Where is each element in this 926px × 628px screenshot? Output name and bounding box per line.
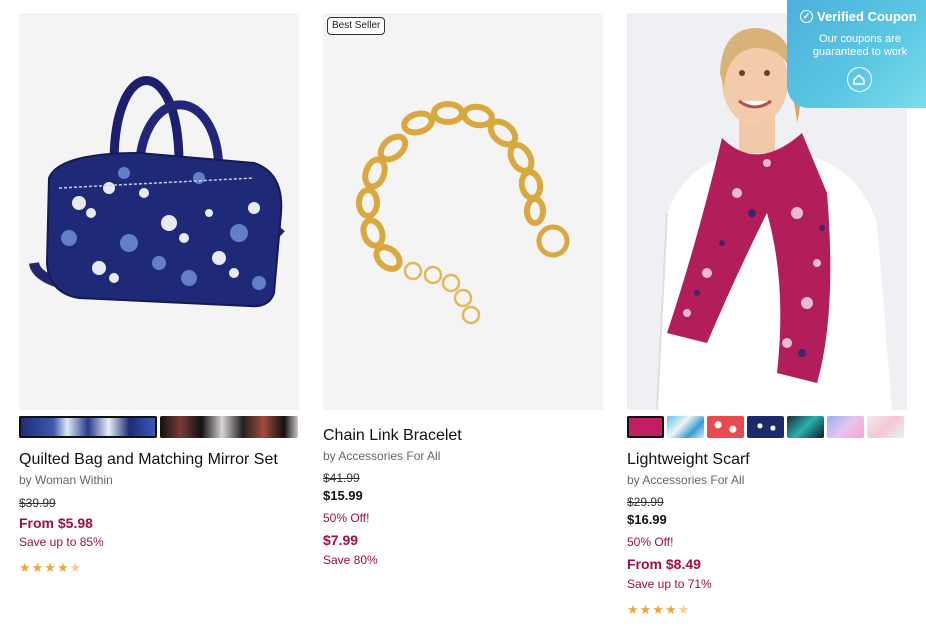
half-star-icon: ★ — [69, 560, 83, 575]
original-price: $39.99 — [19, 496, 56, 510]
swatch-navy-floral[interactable] — [19, 416, 157, 438]
save-text: Save up to 71% — [627, 577, 712, 591]
color-swatches — [627, 416, 904, 438]
coupon-text: Our coupons are guaranteed to work — [812, 33, 908, 58]
best-seller-badge: Best Seller — [327, 17, 386, 35]
swatch-red-dots[interactable] — [707, 416, 744, 438]
star-rating: ★★★★★ — [19, 560, 83, 575]
swatch-magenta-floral[interactable] — [627, 416, 664, 438]
check-circle-icon: ✓ — [800, 10, 813, 23]
save-text: Save up to 85% — [19, 535, 104, 549]
swatch-black-floral[interactable] — [160, 416, 298, 438]
swatch-pastel-tie-dye[interactable] — [827, 416, 864, 438]
product-image-quilted-bag[interactable] — [19, 13, 299, 410]
half-star-icon: ★ — [677, 602, 691, 617]
discount-text: 50% Off! — [323, 511, 370, 525]
swatch-light-floral[interactable] — [867, 416, 904, 438]
save-text: Save 80% — [323, 553, 378, 567]
original-price: $29.99 — [627, 495, 664, 509]
current-price: $15.99 — [323, 488, 363, 503]
product-brand: by Accessories For All — [627, 473, 745, 487]
swatch-teal-floral[interactable] — [787, 416, 824, 438]
swatch-blue-plaid[interactable] — [667, 416, 704, 438]
product-brand: by Woman Within — [19, 473, 113, 487]
current-price: $16.99 — [627, 512, 667, 527]
original-price: $41.99 — [323, 471, 360, 485]
verified-coupon-widget[interactable]: ✓ Verified Coupon Our coupons are guaran… — [787, 0, 926, 108]
product-title[interactable]: Lightweight Scarf — [627, 451, 750, 469]
product-title[interactable]: Chain Link Bracelet — [323, 427, 462, 445]
discount-text: 50% Off! — [627, 535, 674, 549]
product-image-chain-bracelet[interactable]: Best Seller — [323, 13, 603, 410]
from-price: From $5.98 — [19, 515, 93, 531]
product-brand: by Accessories For All — [323, 449, 441, 463]
coupon-icon[interactable] — [847, 67, 872, 92]
swatch-navy-dots[interactable] — [747, 416, 784, 438]
sale-price: $7.99 — [323, 532, 359, 548]
from-price: From $8.49 — [627, 556, 701, 572]
coupon-title: Verified Coupon — [817, 9, 917, 24]
coupon-header: ✓ Verified Coupon — [800, 9, 917, 24]
color-swatches — [19, 416, 298, 438]
product-title[interactable]: Quilted Bag and Matching Mirror Set — [19, 451, 278, 469]
star-rating: ★★★★★ — [627, 602, 691, 617]
